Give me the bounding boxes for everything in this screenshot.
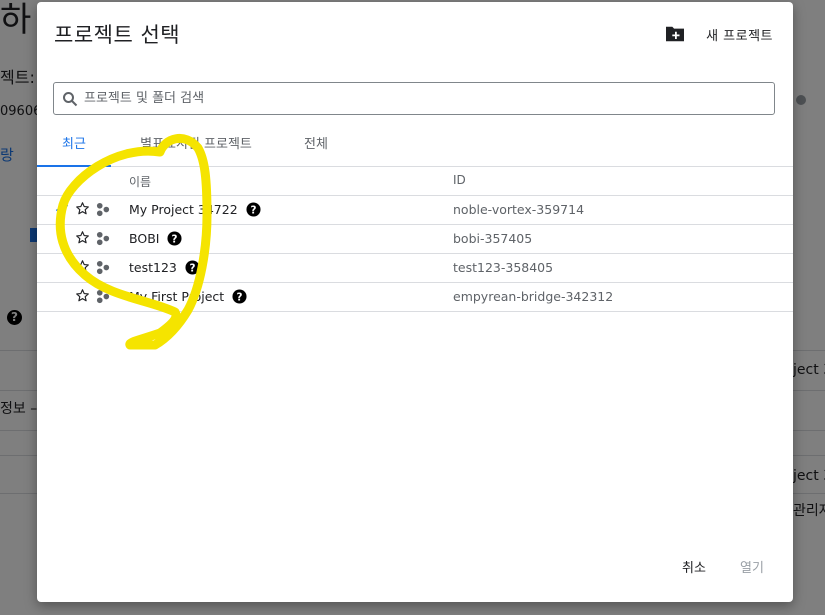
svg-text:?: ? <box>189 262 195 274</box>
project-name-cell[interactable]: BOBI? <box>129 231 182 246</box>
project-name-cell[interactable]: test123? <box>129 260 200 275</box>
svg-text:?: ? <box>172 233 178 245</box>
project-name[interactable]: BOBI <box>129 231 159 246</box>
search-icon <box>63 91 78 106</box>
svg-text:?: ? <box>250 204 256 216</box>
column-header-id[interactable]: ID <box>453 173 466 187</box>
open-button[interactable]: 열기 <box>740 557 764 576</box>
star-outline-icon[interactable] <box>75 230 90 245</box>
project-id: bobi-357405 <box>453 231 533 246</box>
column-header-name[interactable]: 이름 <box>129 173 151 190</box>
star-outline-icon[interactable] <box>75 201 90 216</box>
tab-recent[interactable]: 최근 <box>37 130 111 167</box>
new-project-label: 새 프로젝트 <box>706 28 773 44</box>
table-row[interactable]: My Project 34722? noble-vortex-359714 <box>37 196 793 225</box>
project-name[interactable]: My First Project <box>129 289 224 304</box>
project-name-cell[interactable]: My Project 34722? <box>129 202 261 217</box>
project-name-cell[interactable]: My First Project? <box>129 289 247 304</box>
tab-all[interactable]: 전체 <box>293 130 339 166</box>
cancel-button[interactable]: 취소 <box>682 557 706 576</box>
project-name[interactable]: test123 <box>129 260 177 275</box>
help-icon[interactable]: ? <box>167 231 182 246</box>
folder-plus-icon <box>666 26 685 42</box>
project-name[interactable]: My Project 34722 <box>129 202 238 217</box>
help-icon[interactable]: ? <box>232 289 247 304</box>
organization-icon <box>96 202 110 217</box>
check-icon <box>55 204 69 215</box>
table-row[interactable]: BOBI? bobi-357405 <box>37 225 793 254</box>
help-icon[interactable]: ? <box>246 202 261 217</box>
project-table: 이름 ID My Project 34722? noble-vortex-3597… <box>37 167 793 312</box>
search-input[interactable] <box>82 90 726 107</box>
organization-icon <box>96 289 110 304</box>
search-box[interactable] <box>53 82 775 115</box>
tab-bar: 최근 별표표시된 프로젝트 전체 <box>37 130 793 167</box>
project-picker-dialog: 프로젝트 선택 새 프로젝트 최근 별표표시된 프로젝트 전체 이름 ID My… <box>37 2 793 602</box>
project-id: test123-358405 <box>453 260 554 275</box>
table-row[interactable]: My First Project? empyrean-bridge-342312 <box>37 283 793 312</box>
svg-text:?: ? <box>237 291 243 303</box>
dialog-title: 프로젝트 선택 <box>54 23 181 47</box>
organization-icon <box>96 231 110 246</box>
organization-icon <box>96 260 110 275</box>
project-id: noble-vortex-359714 <box>453 202 585 217</box>
table-row[interactable]: test123? test123-358405 <box>37 254 793 283</box>
project-id: empyrean-bridge-342312 <box>453 289 614 304</box>
new-project-button[interactable]: 새 프로젝트 <box>664 20 773 48</box>
table-header: 이름 ID <box>37 167 793 196</box>
tab-starred[interactable]: 별표표시된 프로젝트 <box>122 130 270 166</box>
star-outline-icon[interactable] <box>75 259 90 274</box>
star-outline-icon[interactable] <box>75 288 90 303</box>
help-icon[interactable]: ? <box>185 260 200 275</box>
